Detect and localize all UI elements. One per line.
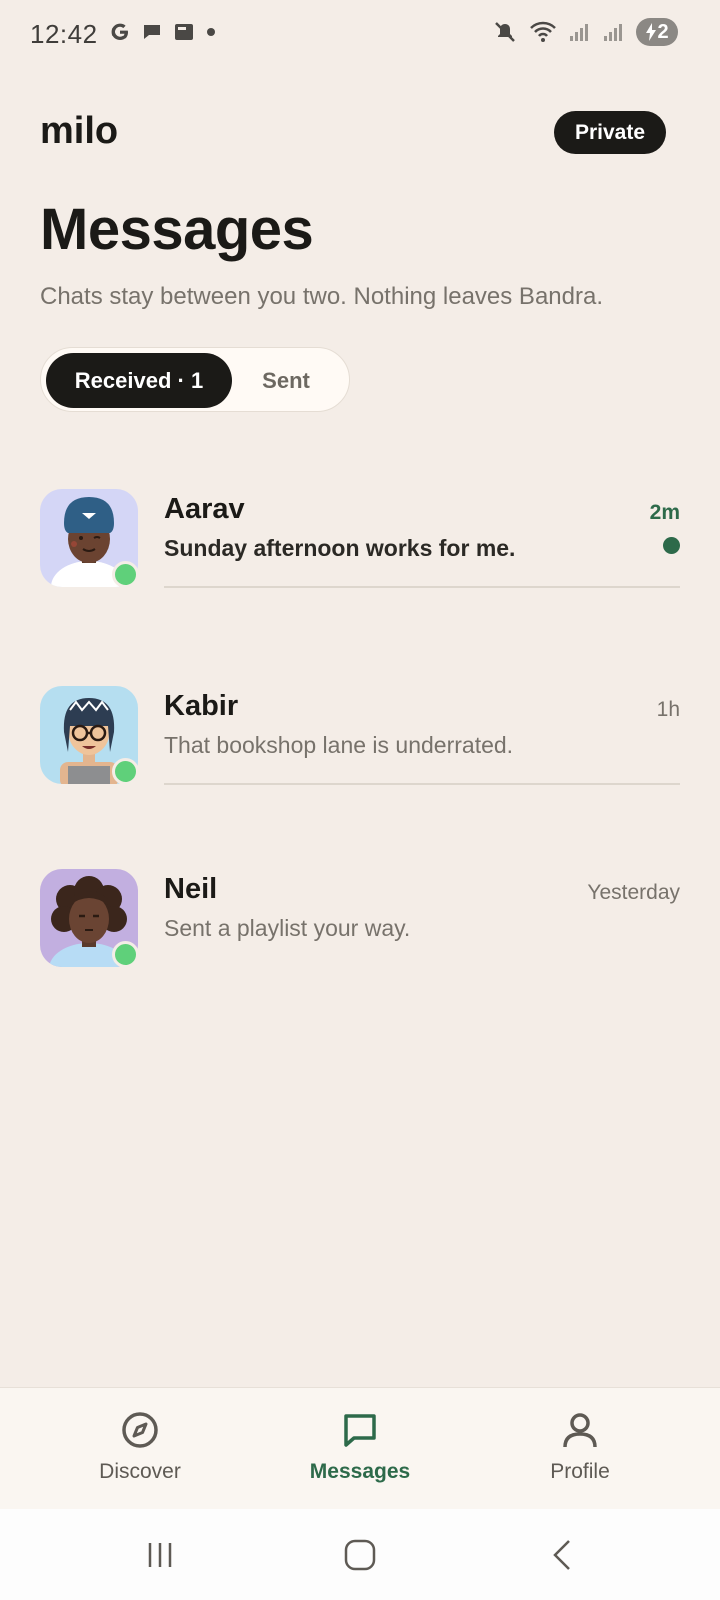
home-button[interactable] bbox=[330, 1531, 390, 1579]
chat-time: 1h bbox=[656, 698, 680, 721]
chat-name: Aarav bbox=[164, 493, 245, 525]
signal-icon bbox=[570, 24, 588, 41]
online-indicator bbox=[112, 758, 139, 785]
system-nav-bar bbox=[0, 1509, 720, 1600]
recent-apps-icon bbox=[148, 1543, 172, 1567]
back-icon bbox=[553, 1540, 570, 1570]
nav-item-profile[interactable]: Profile bbox=[480, 1388, 680, 1510]
chat-name: Kabir bbox=[164, 690, 239, 722]
chat-icon bbox=[344, 1414, 376, 1447]
message-tabs: Received · 1 Sent bbox=[40, 347, 350, 412]
chat-name: Neil bbox=[164, 873, 218, 905]
nav-label: Messages bbox=[309, 1460, 411, 1483]
compass-icon bbox=[122, 1412, 158, 1448]
recent-apps-button[interactable] bbox=[130, 1531, 190, 1579]
nav-item-discover[interactable]: Discover bbox=[40, 1388, 240, 1510]
page-subtitle: Chats stay between you two. Nothing leav… bbox=[40, 283, 603, 310]
chat-preview: Sunday afternoon works for me. bbox=[164, 535, 516, 561]
app-brand: milo bbox=[40, 110, 119, 152]
dot-icon bbox=[207, 28, 215, 36]
chat-bubble-icon bbox=[144, 25, 160, 39]
chat-row-aarav[interactable]: Aarav 2m Sunday afternoon works for me. bbox=[40, 489, 680, 601]
online-indicator bbox=[112, 561, 139, 588]
private-badge[interactable]: Private bbox=[553, 111, 666, 154]
google-icon bbox=[111, 23, 128, 40]
charging-icon bbox=[646, 23, 657, 41]
signal-icon bbox=[604, 24, 622, 41]
nav-label: Profile bbox=[550, 1460, 610, 1483]
nav-label: Discover bbox=[99, 1460, 181, 1483]
chat-preview: That bookshop lane is underrated. bbox=[164, 732, 514, 758]
status-bar: 12:42 2 bbox=[0, 0, 720, 68]
divider bbox=[164, 783, 680, 785]
status-time: 12:42 bbox=[30, 19, 98, 49]
status-left-icons bbox=[108, 20, 218, 44]
unread-indicator bbox=[663, 537, 680, 554]
chat-time: Yesterday bbox=[587, 881, 680, 904]
back-button[interactable] bbox=[533, 1531, 593, 1579]
tab-sent[interactable]: Sent bbox=[236, 353, 336, 408]
online-indicator bbox=[112, 941, 139, 968]
chat-preview: Sent a playlist your way. bbox=[164, 915, 411, 941]
wifi-icon bbox=[530, 21, 556, 42]
news-icon bbox=[175, 24, 193, 40]
mute-icon bbox=[495, 22, 515, 42]
bottom-nav: Discover Messages Profile bbox=[0, 1387, 720, 1509]
battery-icon: 2 bbox=[636, 18, 678, 46]
status-right-icons: 2 bbox=[492, 18, 678, 46]
chat-row-neil[interactable]: Neil Yesterday Sent a playlist your way. bbox=[40, 869, 680, 981]
tab-received[interactable]: Received · 1 bbox=[46, 353, 232, 408]
battery-level: 2 bbox=[657, 20, 669, 43]
person-icon bbox=[563, 1413, 597, 1448]
page-title: Messages bbox=[40, 197, 314, 262]
home-icon bbox=[344, 1539, 376, 1571]
chat-time: 2m bbox=[649, 501, 680, 524]
nav-item-messages[interactable]: Messages bbox=[260, 1388, 460, 1510]
divider bbox=[164, 586, 680, 588]
chat-row-kabir[interactable]: Kabir 1h That bookshop lane is underrate… bbox=[40, 686, 680, 798]
